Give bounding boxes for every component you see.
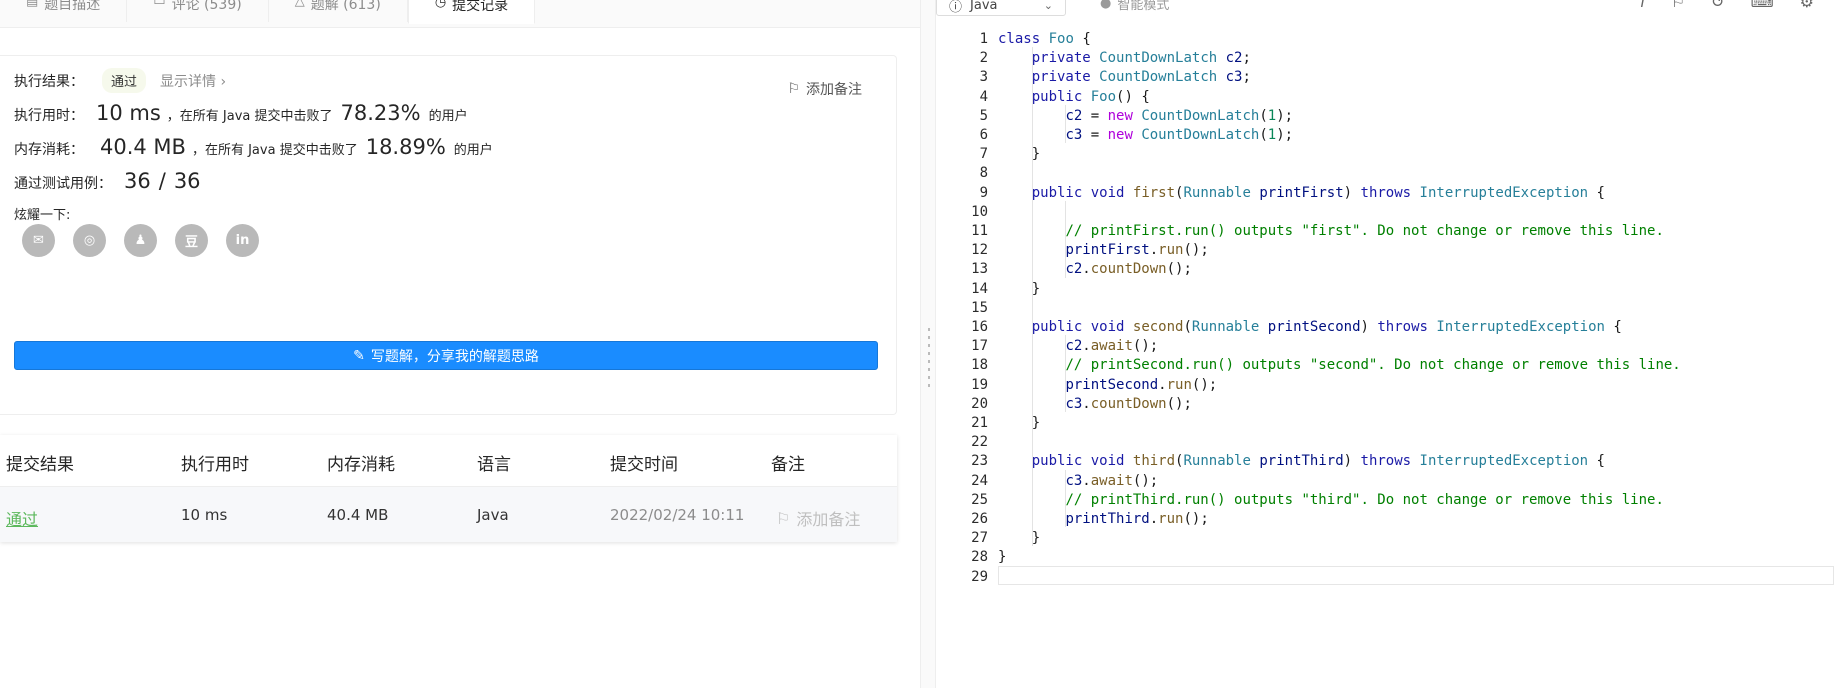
douban-icon[interactable]: 豆 <box>175 224 208 257</box>
submissions-table: 提交结果 执行用时 内存消耗 语言 提交时间 备注 通过 10 ms 40.4 … <box>0 435 897 542</box>
language-select[interactable]: ⓘ Java ⌄ <box>936 0 1066 16</box>
memory-value: 40.4 MB <box>100 135 186 159</box>
runtime-users-text: 的用户 <box>428 109 468 124</box>
column-header-time: 提交时间 <box>610 455 678 475</box>
runtime-percent: 78.23% <box>340 101 421 125</box>
row-add-note-label: 添加备注 <box>796 510 861 529</box>
language-value: Java <box>970 0 998 13</box>
write-solution-label: 写题解，分享我的解题思路 <box>370 348 539 365</box>
indent-guide <box>1065 200 1067 278</box>
runtime-row: 执行用时： 10 ms ，在所有 Java 提交中击败了 78.23% 的用户 <box>14 101 468 125</box>
share-label: 炫耀一下: <box>14 208 71 223</box>
indent-guide <box>1031 47 1033 547</box>
code-line[interactable]: 29 <box>936 565 1834 589</box>
tests-passed: 36 <box>124 169 151 193</box>
runtime-label: 执行用时： <box>14 108 84 124</box>
tests-total: 36 <box>173 169 201 193</box>
runtime-text: ，在所有 Java 提交中击败了 <box>166 109 333 124</box>
linkedin-icon[interactable]: in <box>226 224 259 257</box>
tab-description[interactable]: ▤ 题目描述 <box>0 0 128 22</box>
indent-guide <box>1065 104 1067 144</box>
tab-label: 题目描述 <box>44 0 101 13</box>
italic-icon[interactable]: 𝘪 <box>1640 0 1644 11</box>
memory-users-text: 的用户 <box>453 143 493 158</box>
app-root: ▤ 题目描述 ▭ 评论 (539) △ 题解 (613) ◷ 提交记录 执行结果… <box>0 0 1834 688</box>
flag-icon: ⚐ <box>776 508 791 528</box>
runtime-value: 10 ms <box>96 101 161 125</box>
indent-guide <box>1065 469 1067 528</box>
flag-icon[interactable]: ⚐ <box>1671 0 1685 11</box>
weibo-icon[interactable]: ◎ <box>73 224 106 257</box>
tab-submissions[interactable]: ◷ 提交记录 <box>407 0 536 24</box>
left-panel: ▤ 题目描述 ▭ 评论 (539) △ 题解 (613) ◷ 提交记录 执行结果… <box>0 0 920 688</box>
memory-label: 内存消耗： <box>14 142 84 158</box>
code-editor[interactable]: 1 class Foo {2 private CountDownLatch c2;… <box>936 28 1834 688</box>
column-header-note: 备注 <box>771 455 805 475</box>
pencil-icon: ✎ <box>353 347 365 364</box>
tab-label: 题解 (613) <box>310 0 381 13</box>
smart-mode-label: 智能模式 <box>1117 0 1170 13</box>
clock-icon: ◷ <box>434 0 447 10</box>
row-language: Java <box>477 506 509 524</box>
add-note-label: 添加备注 <box>806 82 862 98</box>
row-submitted-time: 2022/02/24 10:11 <box>610 506 745 524</box>
column-header-runtime: 执行用时 <box>181 455 249 475</box>
column-header-memory: 内存消耗 <box>327 455 395 475</box>
reset-icon[interactable]: ↺ <box>1711 0 1724 11</box>
row-runtime: 10 ms <box>181 506 228 524</box>
editor-panel: ⓘ Java ⌄ ● 智能模式 𝘪 ⚐ ↺ ⌨ ⚙ 1 class Foo {2 … <box>936 0 1834 688</box>
write-solution-button[interactable]: ✎ 写题解，分享我的解题思路 <box>14 341 878 370</box>
table-header: 提交结果 执行用时 内存消耗 语言 提交时间 备注 <box>0 435 897 487</box>
column-header-result: 提交结果 <box>6 455 74 475</box>
info-icon: ⓘ <box>949 0 963 15</box>
tab-bar: ▤ 题目描述 ▭ 评论 (539) △ 题解 (613) ◷ 提交记录 <box>0 0 920 28</box>
exec-result-label: 执行结果： <box>14 74 84 90</box>
status-badge: 通过 <box>102 68 147 93</box>
dot-icon: ● <box>1100 0 1112 11</box>
memory-percent: 18.89% <box>365 135 446 159</box>
row-result[interactable]: 通过 <box>6 506 38 530</box>
share-icons: ✉ ◎ ♟ 豆 in <box>22 224 259 257</box>
exec-result-row: 执行结果： 通过 显示详情 › <box>14 68 226 93</box>
comment-icon: ▭ <box>153 0 166 9</box>
show-details-link[interactable]: 显示详情 › <box>160 71 226 91</box>
tab-solutions[interactable]: △ 题解 (613) <box>269 0 408 22</box>
row-add-note[interactable]: ⚐ 添加备注 <box>776 506 860 530</box>
add-note-button[interactable]: ⚐ 添加备注 <box>787 79 862 99</box>
editor-tool-icons: 𝘪 ⚐ ↺ ⌨ ⚙ <box>1640 0 1814 11</box>
row-memory: 40.4 MB <box>327 506 389 524</box>
tab-comments[interactable]: ▭ 评论 (539) <box>127 0 269 22</box>
share-row: 炫耀一下: <box>14 204 70 223</box>
editor-toolbar: ⓘ Java ⌄ ● 智能模式 𝘪 ⚐ ↺ ⌨ ⚙ <box>936 0 1834 22</box>
tests-separator: / <box>158 169 166 193</box>
memory-row: 内存消耗： 40.4 MB ，在所有 Java 提交中击败了 18.89% 的用… <box>14 135 493 159</box>
current-line-highlight <box>998 565 1834 585</box>
chevron-down-icon: ⌄ <box>1043 0 1053 12</box>
smart-mode-toggle[interactable]: ● 智能模式 <box>1100 0 1169 13</box>
wechat-icon[interactable]: ✉ <box>22 224 55 257</box>
memory-text: ，在所有 Java 提交中击败了 <box>191 143 358 158</box>
solution-icon: △ <box>294 0 305 9</box>
tab-label: 提交记录 <box>452 0 509 14</box>
settings-icon[interactable]: ⚙ <box>1800 0 1814 11</box>
column-header-language: 语言 <box>477 455 511 475</box>
result-card: 执行结果： 通过 显示详情 › ⚐ 添加备注 执行用时： 10 ms ，在所有 … <box>0 55 897 415</box>
indent-guide <box>1065 335 1067 412</box>
resize-handle[interactable] <box>928 328 930 388</box>
line-number: 29 <box>971 568 988 585</box>
tests-label: 通过测试用例： <box>14 176 112 192</box>
qq-icon[interactable]: ♟ <box>124 224 157 257</box>
table-row[interactable]: 通过 10 ms 40.4 MB Java 2022/02/24 10:11 ⚐… <box>0 487 897 542</box>
panel-divider[interactable] <box>920 0 936 688</box>
tab-label: 评论 (539) <box>171 0 242 13</box>
tests-row: 通过测试用例： 36 / 36 <box>14 169 201 193</box>
description-icon: ▤ <box>26 0 39 9</box>
flag-icon: ⚐ <box>787 81 800 97</box>
console-icon[interactable]: ⌨ <box>1751 0 1774 11</box>
